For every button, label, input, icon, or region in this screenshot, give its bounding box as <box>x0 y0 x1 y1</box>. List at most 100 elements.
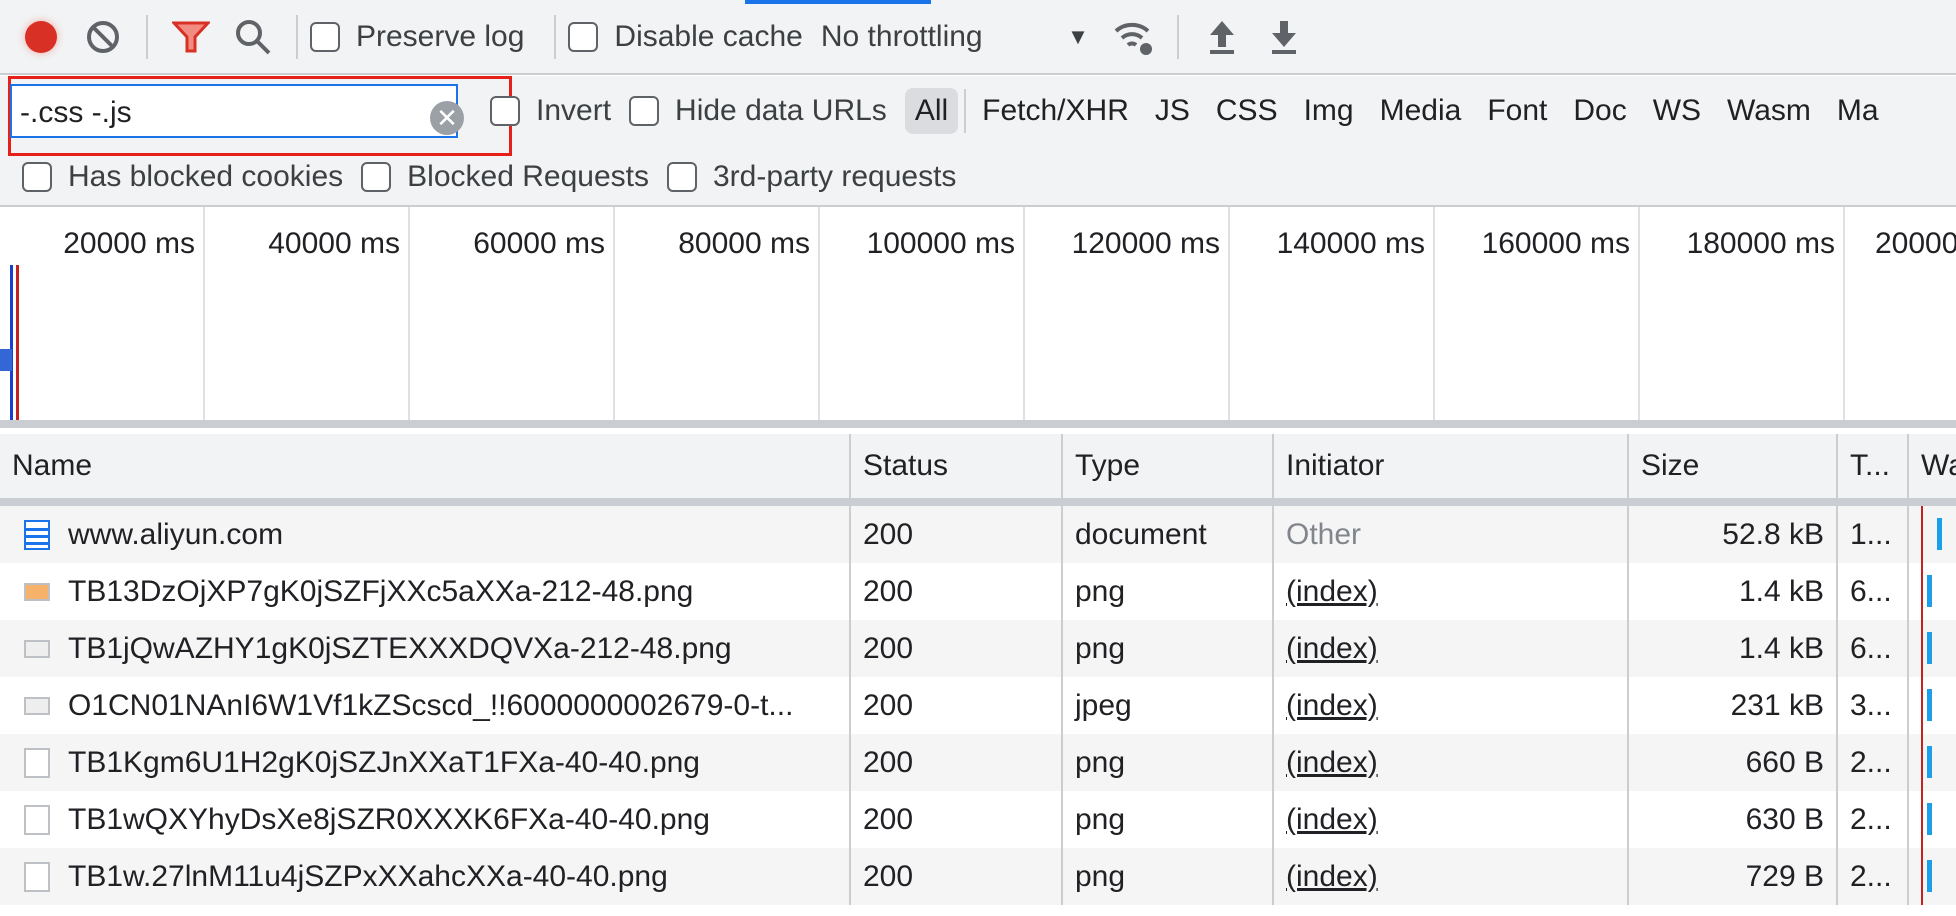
table-row[interactable]: TB1wQXYhyDsXe8jSZR0XXXK6FXa-40-40.png 200… <box>0 791 1956 848</box>
blocked-requests-checkbox[interactable]: Blocked Requests <box>361 160 649 194</box>
checkbox[interactable] <box>310 21 340 52</box>
cell-waterfall <box>1909 848 1956 905</box>
divider <box>964 89 967 133</box>
cell-initiator[interactable]: (index) <box>1274 734 1629 791</box>
type-filter-ws[interactable]: WS <box>1643 88 1711 134</box>
clear-icon[interactable] <box>78 12 128 62</box>
column-header-status[interactable]: Status <box>851 434 1063 498</box>
column-header-initiator[interactable]: Initiator <box>1274 434 1629 498</box>
waterfall-bar <box>1927 632 1932 664</box>
cell-size: 729 B <box>1629 848 1838 905</box>
cell-waterfall <box>1909 620 1956 677</box>
cell-name[interactable]: TB1wQXYhyDsXe8jSZR0XXXK6FXa-40-40.png <box>0 791 851 848</box>
cell-waterfall <box>1909 677 1956 734</box>
cell-name[interactable]: TB13DzOjXP7gK0jSZFjXXc5aXXa-212-48.png <box>0 563 851 620</box>
cell-name[interactable]: O1CN01NAnI6W1Vf1kZScscd_!!6000000002679-… <box>0 677 851 734</box>
upload-icon[interactable] <box>1197 12 1247 62</box>
filter-input[interactable]: -.css -.js ✕ <box>10 84 464 138</box>
cell-time: 2... <box>1838 734 1909 791</box>
initiator-link[interactable]: (index) <box>1286 632 1378 666</box>
cell-time: 2... <box>1838 848 1909 905</box>
table-row[interactable]: TB13DzOjXP7gK0jSZFjXXc5aXXa-212-48.png 20… <box>0 563 1956 620</box>
filter-icon[interactable] <box>166 12 216 62</box>
disable-cache-checkbox[interactable]: Disable cache <box>568 19 803 54</box>
column-header-time[interactable]: T... <box>1838 434 1909 498</box>
timeline-tick: 40000 ms <box>205 207 410 420</box>
type-filter-media[interactable]: Media <box>1370 88 1472 134</box>
initiator-link[interactable]: (index) <box>1286 803 1378 837</box>
cell-initiator[interactable]: (index) <box>1274 791 1629 848</box>
checkbox[interactable] <box>629 96 660 126</box>
cell-time: 2... <box>1838 791 1909 848</box>
cell-initiator[interactable]: (index) <box>1274 677 1629 734</box>
table-row[interactable]: TB1jQwAZHY1gK0jSZTEXXXDQVXa-212-48.png 20… <box>0 620 1956 677</box>
checkbox[interactable] <box>361 162 392 192</box>
type-filter-wasm[interactable]: Wasm <box>1717 88 1821 134</box>
type-filter-fetch-xhr[interactable]: Fetch/XHR <box>972 88 1139 134</box>
preserve-log-checkbox[interactable]: Preserve log <box>310 20 524 54</box>
search-icon[interactable] <box>228 12 278 62</box>
disable-cache-label: Disable cache <box>614 19 803 53</box>
timeline-tick: 180000 ms <box>1640 207 1845 420</box>
cell-name[interactable]: www.aliyun.com <box>0 506 851 563</box>
column-header-waterfall[interactable]: Wa <box>1909 434 1956 498</box>
column-header-type[interactable]: Type <box>1063 434 1274 498</box>
cell-size: 1.4 kB <box>1629 620 1838 677</box>
cell-initiator[interactable]: (index) <box>1274 620 1629 677</box>
clear-filter-icon[interactable]: ✕ <box>430 101 464 135</box>
divider <box>296 14 298 59</box>
request-name: TB1w.27lnM11u4jSZPxXXahcXXa-40-40.png <box>68 859 668 893</box>
cell-type: document <box>1063 506 1274 563</box>
checkbox[interactable] <box>666 162 697 192</box>
checkbox[interactable] <box>568 21 599 52</box>
third-party-requests-checkbox[interactable]: 3rd-party requests <box>666 160 956 194</box>
image-icon <box>24 582 50 601</box>
record-icon[interactable] <box>16 12 66 62</box>
cell-name[interactable]: TB1Kgm6U1H2gK0jSZJnXXaT1FXa-40-40.png <box>0 734 851 791</box>
type-filter-manifest[interactable]: Ma <box>1827 88 1889 134</box>
timeline-tick: 20000 <box>1875 227 1956 260</box>
request-name: TB1wQXYhyDsXe8jSZR0XXXK6FXa-40-40.png <box>68 802 710 836</box>
cell-waterfall <box>1909 563 1956 620</box>
timeline-tick: 80000 ms <box>615 207 820 420</box>
column-header-name[interactable]: Name <box>0 434 851 498</box>
download-icon[interactable] <box>1259 12 1309 62</box>
table-row[interactable]: O1CN01NAnI6W1Vf1kZScscd_!!6000000002679-… <box>0 677 1956 734</box>
cell-name[interactable]: TB1jQwAZHY1gK0jSZTEXXXDQVXa-212-48.png <box>0 620 851 677</box>
has-blocked-cookies-checkbox[interactable]: Has blocked cookies <box>22 160 343 194</box>
throttling-select[interactable]: No throttling ▼ <box>821 20 1089 54</box>
cell-waterfall <box>1909 734 1956 791</box>
load-line <box>1921 506 1923 563</box>
cell-type: jpeg <box>1063 677 1274 734</box>
cell-time: 6... <box>1838 620 1909 677</box>
checkbox[interactable] <box>490 96 520 126</box>
cell-initiator[interactable]: (index) <box>1274 848 1629 905</box>
invert-checkbox[interactable]: Invert <box>490 94 611 128</box>
type-filter-img[interactable]: Img <box>1294 88 1364 134</box>
type-filter-font[interactable]: Font <box>1477 88 1557 134</box>
cell-status: 200 <box>851 563 1063 620</box>
hide-data-urls-checkbox[interactable]: Hide data URLs <box>629 94 887 128</box>
checkbox[interactable] <box>22 162 52 192</box>
waterfall-bar <box>1927 746 1932 778</box>
type-filter-css[interactable]: CSS <box>1206 88 1288 134</box>
overview-timeline[interactable]: 20000 ms 40000 ms 60000 ms 80000 ms 100000 m… <box>0 207 1956 428</box>
type-filter-all[interactable]: All <box>904 88 959 134</box>
table-row[interactable]: TB1w.27lnM11u4jSZPxXXahcXXa-40-40.png 200… <box>0 848 1956 905</box>
cell-size: 1.4 kB <box>1629 563 1838 620</box>
initiator-link[interactable]: (index) <box>1286 860 1378 894</box>
has-blocked-cookies-label: Has blocked cookies <box>68 160 344 193</box>
table-row[interactable]: www.aliyun.com 200 document Other 52.8 kB 1..… <box>0 506 1956 563</box>
table-row[interactable]: TB1Kgm6U1H2gK0jSZJnXXaT1FXa-40-40.png 200… <box>0 734 1956 791</box>
initiator-link[interactable]: (index) <box>1286 746 1378 780</box>
initiator-link[interactable]: (index) <box>1286 575 1378 609</box>
network-conditions-icon[interactable] <box>1109 12 1159 62</box>
cell-name[interactable]: TB1w.27lnM11u4jSZPxXXahcXXa-40-40.png <box>0 848 851 905</box>
column-header-size[interactable]: Size <box>1629 434 1838 498</box>
type-filter-js[interactable]: JS <box>1145 88 1200 134</box>
requests-table: Name Status Type Initiator Size T... Wa … <box>0 434 1956 905</box>
initiator-link[interactable]: (index) <box>1286 689 1378 723</box>
divider <box>146 14 148 59</box>
type-filter-doc[interactable]: Doc <box>1563 88 1636 134</box>
cell-initiator[interactable]: (index) <box>1274 563 1629 620</box>
